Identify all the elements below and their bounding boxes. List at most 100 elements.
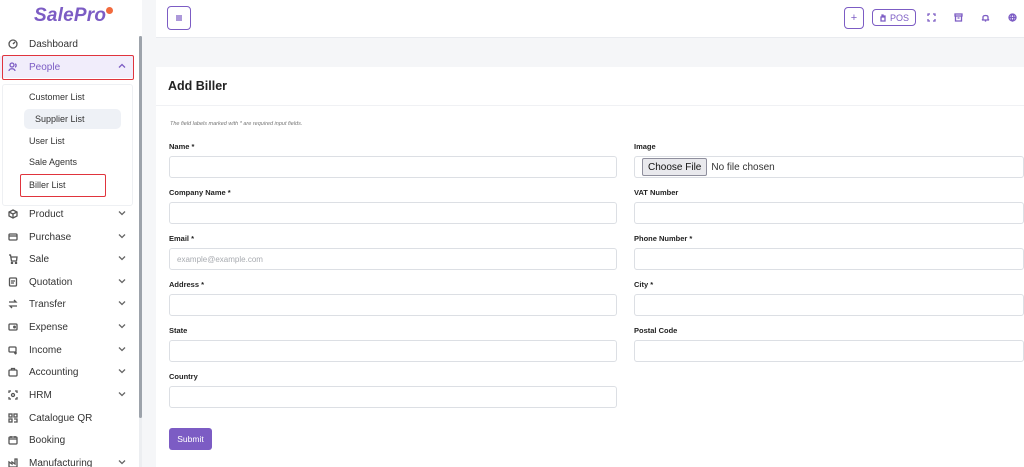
sidebar-item-hrm[interactable]: HRM xyxy=(0,384,134,406)
qr-icon xyxy=(7,412,19,424)
chevron-down-icon xyxy=(118,322,126,330)
name-input[interactable] xyxy=(169,156,617,178)
sidebar-item-label: Booking xyxy=(29,434,66,446)
menu-toggle-button[interactable] xyxy=(167,6,191,30)
sidebar-item-transfer[interactable]: Transfer xyxy=(0,293,134,315)
sidebar-item-people[interactable]: People xyxy=(0,56,134,78)
sidebar-item-booking[interactable]: Booking xyxy=(0,429,134,451)
chevron-down-icon xyxy=(118,345,126,353)
postal-code-label: Postal Code xyxy=(634,326,678,335)
chevron-up-icon xyxy=(118,62,126,70)
email-input[interactable] xyxy=(169,248,617,270)
people-icon xyxy=(7,61,19,73)
bell-icon[interactable] xyxy=(979,11,991,23)
chevron-down-icon xyxy=(118,277,126,285)
postal-code-input[interactable] xyxy=(634,340,1024,362)
company-name-label: Company Name * xyxy=(169,188,231,197)
vat-number-label: VAT Number xyxy=(634,188,679,197)
sidebar-item-label: Manufacturing xyxy=(29,457,93,467)
submenu-item-user-list[interactable]: User List xyxy=(20,131,120,151)
choose-file-button[interactable]: Choose File xyxy=(642,158,708,176)
sidebar-item-label: Expense xyxy=(29,321,68,333)
city-label: City * xyxy=(634,280,654,289)
income-icon xyxy=(7,344,19,356)
sidebar-item-catalogue-qr[interactable]: Catalogue QR xyxy=(0,407,134,429)
quotation-icon xyxy=(7,276,19,288)
sidebar-item-label: Sale xyxy=(29,253,50,265)
country-label: Country xyxy=(169,372,198,381)
accounting-icon xyxy=(7,366,19,378)
submenu-item-supplier-list[interactable]: Supplier List xyxy=(24,109,121,129)
sidebar-item-purchase[interactable]: Purchase xyxy=(0,226,134,248)
required-fields-note: The field labels marked with * are requi… xyxy=(170,121,303,127)
pos-button[interactable]: POS xyxy=(872,9,916,26)
sidebar-item-label: Accounting xyxy=(29,366,79,378)
sidebar-scrollbar-thumb[interactable] xyxy=(139,36,142,418)
add-biller-card: Add Biller The field labels marked with … xyxy=(156,67,1024,467)
vat-number-input[interactable] xyxy=(634,202,1024,224)
submenu-item-sale-agents[interactable]: Sale Agents xyxy=(20,152,120,172)
purchase-icon xyxy=(7,231,19,243)
chevron-down-icon xyxy=(118,254,126,262)
logo-text: SalePro xyxy=(34,5,107,26)
pos-hand-icon xyxy=(880,13,886,22)
dashboard-icon xyxy=(7,38,19,50)
transfer-icon xyxy=(7,298,19,310)
sidebar-item-label: Catalogue QR xyxy=(29,412,93,424)
sidebar-item-accounting[interactable]: Accounting xyxy=(0,361,134,383)
sidebar-item-quotation[interactable]: Quotation xyxy=(0,271,134,293)
submenu-item-biller-list[interactable]: Biller List xyxy=(20,175,120,195)
company-name-input[interactable] xyxy=(169,202,617,224)
sidebar-item-label: HRM xyxy=(29,389,52,401)
sidebar-item-label: Product xyxy=(29,208,64,220)
chevron-down-icon xyxy=(118,232,126,240)
sidebar-item-label: Dashboard xyxy=(29,38,78,50)
topbar: + POS xyxy=(156,0,1024,38)
address-input[interactable] xyxy=(169,294,617,316)
sidebar-item-sale[interactable]: Sale xyxy=(0,248,134,270)
sidebar-item-dashboard[interactable]: Dashboard xyxy=(0,33,134,55)
city-input[interactable] xyxy=(634,294,1024,316)
chevron-down-icon xyxy=(118,299,126,307)
phone-number-label: Phone Number * xyxy=(634,234,693,243)
image-label: Image xyxy=(634,142,656,151)
submenu-item-customer-list[interactable]: Customer List xyxy=(20,87,120,107)
image-file-input[interactable]: Choose File No file chosen xyxy=(634,156,1024,178)
booking-icon xyxy=(7,434,19,446)
file-status-text: No file chosen xyxy=(711,161,775,173)
sidebar: SalePro Dashboard People Customer List S… xyxy=(0,0,142,467)
expense-icon xyxy=(7,321,19,333)
sidebar-item-manufacturing[interactable]: Manufacturing xyxy=(0,452,134,467)
hrm-icon xyxy=(7,389,19,401)
sidebar-item-label: Quotation xyxy=(29,276,73,288)
state-label: State xyxy=(169,326,188,335)
sidebar-item-product[interactable]: Product xyxy=(0,203,134,225)
pos-button-label: POS xyxy=(889,12,909,23)
logo-dot-icon xyxy=(106,7,114,14)
sale-icon xyxy=(7,253,19,265)
sidebar-item-expense[interactable]: Expense xyxy=(0,316,134,338)
archive-icon[interactable] xyxy=(952,11,964,23)
page-title: Add Biller xyxy=(168,79,228,93)
card-divider xyxy=(156,105,1024,106)
sidebar-item-income[interactable]: Income xyxy=(0,339,134,361)
chevron-down-icon xyxy=(118,390,126,398)
fullscreen-icon[interactable] xyxy=(925,11,937,23)
product-icon xyxy=(7,208,19,220)
chevron-down-icon xyxy=(118,458,126,466)
address-label: Address * xyxy=(169,280,205,289)
globe-icon[interactable] xyxy=(1006,11,1018,23)
manufacturing-icon xyxy=(7,457,19,467)
menu-icon xyxy=(176,15,182,21)
phone-number-input[interactable] xyxy=(634,248,1024,270)
sidebar-item-label: People xyxy=(29,61,61,73)
name-label: Name * xyxy=(169,142,195,151)
submit-button[interactable]: Submit xyxy=(169,428,212,450)
country-input[interactable] xyxy=(169,386,617,408)
sidebar-item-label: Transfer xyxy=(29,298,66,310)
state-input[interactable] xyxy=(169,340,617,362)
chevron-down-icon xyxy=(118,209,126,217)
chevron-down-icon xyxy=(118,367,126,375)
salepro-logo[interactable]: SalePro xyxy=(34,5,114,27)
add-new-button[interactable]: + xyxy=(844,7,864,29)
